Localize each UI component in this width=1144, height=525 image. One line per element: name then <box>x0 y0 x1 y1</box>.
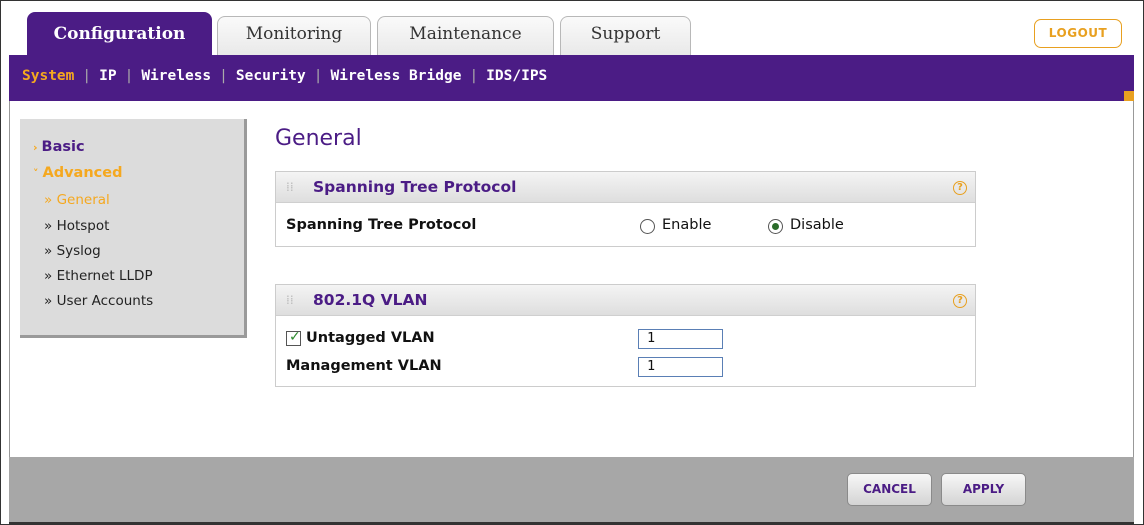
section-header: ⁞⁞ 802.1Q VLAN ? <box>276 285 975 316</box>
tab-monitoring[interactable]: Monitoring <box>217 16 371 55</box>
separator: | <box>124 68 134 84</box>
management-vlan-label: Management VLAN <box>286 358 442 374</box>
sidebar-item-user-accounts[interactable]: » User Accounts <box>44 293 153 309</box>
double-arrow-icon: » <box>44 243 57 259</box>
sidebar-item-basic[interactable]: › Basic <box>33 139 85 155</box>
sidebar-item-general[interactable]: » General <box>44 192 110 208</box>
untagged-vlan-input[interactable]: 1 <box>638 329 723 349</box>
stp-label: Spanning Tree Protocol <box>286 217 477 233</box>
stp-section: ⁞⁞ Spanning Tree Protocol ? Spanning Tre… <box>275 171 976 247</box>
vlan-section: ⁞⁞ 802.1Q VLAN ? ✓ Untagged VLAN 1 Manag… <box>275 284 976 387</box>
separator: | <box>219 68 228 84</box>
stp-enable-radio[interactable] <box>640 219 655 234</box>
subnav-accent <box>1124 91 1134 101</box>
checkmark-icon: ✓ <box>289 329 301 345</box>
subnav-item-ids-ips[interactable]: IDS/IPS <box>486 68 547 84</box>
subnav-bar: System | IP | Wireless | Security | Wireless Bri… <box>9 55 1134 101</box>
chevron-down-icon: ˅ <box>33 167 39 180</box>
subnav-item-wireless[interactable]: Wireless <box>141 68 211 84</box>
chevron-right-icon: › <box>33 141 38 154</box>
help-icon[interactable]: ? <box>953 294 967 308</box>
logout-button[interactable]: LOGOUT <box>1034 19 1122 48</box>
separator: | <box>313 68 323 84</box>
radio-selected-dot <box>772 223 779 230</box>
sidebar-item-advanced[interactable]: ˅ Advanced <box>33 165 122 181</box>
tab-support[interactable]: Support <box>560 16 691 55</box>
cancel-button[interactable]: CANCEL <box>847 473 932 506</box>
double-arrow-icon: » <box>44 218 57 234</box>
sidebar-item-syslog[interactable]: » Syslog <box>44 243 101 259</box>
untagged-vlan-checkbox[interactable]: ✓ <box>286 329 301 346</box>
stp-enable-label: Enable <box>662 217 712 233</box>
help-icon[interactable]: ? <box>953 181 967 195</box>
subnav-item-system[interactable]: System <box>22 68 74 84</box>
untagged-vlan-label: Untagged VLAN <box>306 330 435 346</box>
subnav-item-wireless-bridge[interactable]: Wireless Bridge <box>330 68 461 84</box>
sidebar-item-ethernet-lldp[interactable]: » Ethernet LLDP <box>44 268 153 284</box>
sidebar-item-hotspot[interactable]: » Hotspot <box>44 218 109 234</box>
separator: | <box>82 68 92 84</box>
subnav-item-ip[interactable]: IP <box>99 68 116 84</box>
stp-disable-label: Disable <box>790 217 844 233</box>
management-vlan-input[interactable]: 1 <box>638 357 723 377</box>
apply-button[interactable]: APPLY <box>941 473 1026 506</box>
section-title: Spanning Tree Protocol <box>313 178 517 196</box>
double-arrow-icon: » <box>44 192 57 208</box>
grip-icon: ⁞⁞ <box>286 293 294 307</box>
tab-maintenance[interactable]: Maintenance <box>377 16 554 55</box>
separator: | <box>469 68 479 84</box>
tab-configuration[interactable]: Configuration <box>27 12 212 57</box>
section-title: 802.1Q VLAN <box>313 291 428 309</box>
double-arrow-icon: » <box>44 268 57 284</box>
page-title: General <box>275 126 362 151</box>
stp-disable-radio[interactable] <box>768 219 783 234</box>
grip-icon: ⁞⁞ <box>286 180 294 194</box>
sidebar: › Basic ˅ Advanced » General » Hotspot » S… <box>20 119 247 338</box>
subnav-item-security[interactable]: Security <box>236 68 306 84</box>
section-header: ⁞⁞ Spanning Tree Protocol ? <box>276 172 975 203</box>
double-arrow-icon: » <box>44 293 57 309</box>
